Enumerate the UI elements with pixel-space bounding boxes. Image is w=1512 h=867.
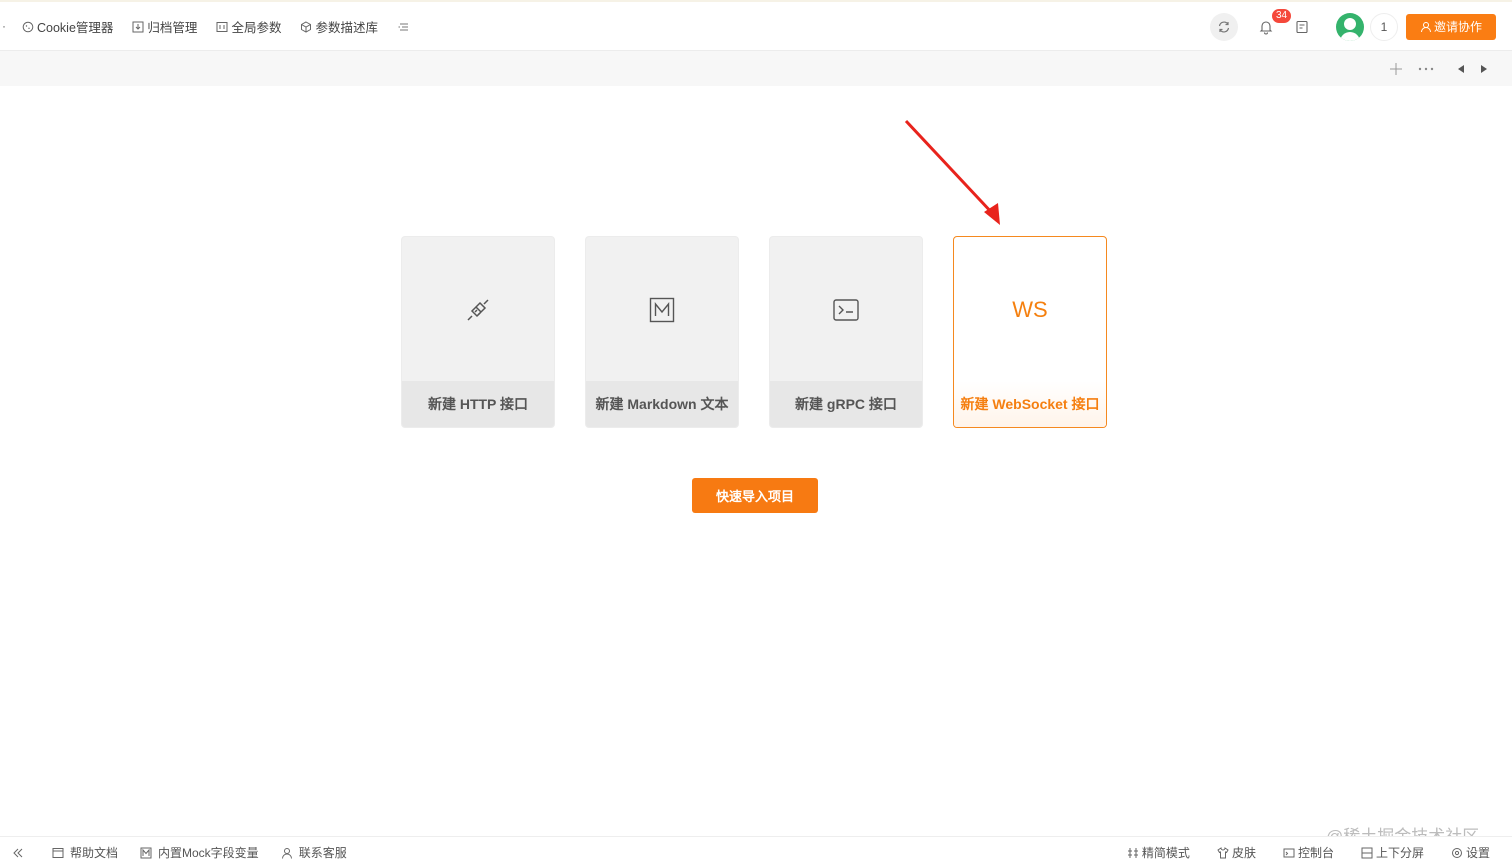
card-label: 新建 WebSocket 接口 (954, 381, 1106, 427)
avatar-head-shape (1344, 17, 1356, 30)
quick-import-button[interactable]: 快速导入项目 (692, 478, 818, 513)
bottom-label: 控制台 (1297, 846, 1334, 860)
bottom-right-group: 精简模式 皮肤 控制台 上下分屏 设置 (1100, 837, 1490, 867)
bottom-label: 设置 (1465, 846, 1490, 860)
refresh-icon (1218, 21, 1230, 32)
card-label: 新建 HTTP 接口 (402, 381, 554, 427)
params-icon (216, 21, 228, 32)
bottom-label: 联系客服 (298, 846, 347, 860)
bottom-left-group: 帮助文档 内置Mock字段变量 联系客服 (12, 837, 369, 867)
overflow-dot: · (2, 19, 6, 33)
tab-prev-icon[interactable] (1457, 51, 1465, 86)
bottom-label: 上下分屏 (1375, 846, 1424, 860)
cube-icon (301, 20, 312, 33)
double-chevron-left-icon (13, 848, 23, 857)
help-docs-link[interactable]: 帮助文档 (52, 844, 118, 861)
mock-icon (140, 847, 152, 858)
avatar[interactable] (1336, 12, 1364, 41)
annotation-arrow (904, 119, 1000, 225)
new-markdown-card[interactable]: 新建 Markdown 文本 (585, 236, 739, 428)
mock-variables-link[interactable]: 内置Mock字段变量 (140, 844, 259, 861)
member-count[interactable]: 1 (1370, 12, 1398, 41)
top-toolbar: · Cookie管理器 归档管理 全局参数 参数描述库 34 1 邀请协作 (0, 0, 1512, 51)
shirt-icon (1217, 846, 1229, 858)
invite-button[interactable]: 邀请协作 (1406, 13, 1496, 40)
split-view-button[interactable]: 上下分屏 (1361, 844, 1424, 861)
top-menu: Cookie管理器 归档管理 全局参数 参数描述库 (22, 2, 409, 51)
gear-icon (1451, 847, 1462, 858)
card-icon-area (586, 237, 738, 383)
menu-label: 全局参数 (231, 21, 282, 35)
skin-button[interactable]: 皮肤 (1217, 844, 1256, 861)
archive-icon (132, 21, 144, 32)
bottom-status-bar: 帮助文档 内置Mock字段变量 联系客服 精简模式 皮肤 控制台 上下分屏 设置 (0, 836, 1512, 867)
console-button[interactable]: 控制台 (1283, 844, 1334, 861)
menu-global-params[interactable]: 全局参数 (216, 17, 281, 36)
bottom-label: 精简模式 (1141, 846, 1190, 860)
add-tab-icon[interactable] (1389, 51, 1403, 86)
menu-label: 归档管理 (147, 21, 198, 35)
menu-archive[interactable]: 归档管理 (132, 17, 197, 36)
card-icon-area: WS (954, 237, 1106, 383)
more-icon[interactable] (1418, 51, 1434, 86)
tab-bar (0, 51, 1512, 86)
bell-icon (1259, 20, 1273, 34)
terminal-icon (833, 299, 859, 321)
compact-icon (1127, 847, 1138, 858)
notification-badge: 34 (1271, 7, 1293, 24)
card-label: 新建 Markdown 文本 (586, 381, 738, 427)
collapse-sidebar-button[interactable] (12, 847, 30, 859)
avatar-body-shape (1340, 31, 1360, 41)
user-add-icon (1420, 21, 1431, 32)
create-cards: 新建 HTTP 接口 新建 Markdown 文本 新建 gRPC 接口 WS … (401, 236, 1137, 428)
tab-next-icon[interactable] (1480, 51, 1488, 86)
websocket-icon: WS (1012, 297, 1048, 322)
help-doc-icon (52, 847, 64, 858)
top-right-actions: 34 1 邀请协作 (1210, 2, 1512, 51)
settings-button[interactable]: 设置 (1451, 844, 1490, 861)
cookie-icon (22, 21, 34, 32)
markdown-icon (649, 297, 675, 323)
new-http-card[interactable]: 新建 HTTP 接口 (401, 236, 555, 428)
bottom-label: 帮助文档 (70, 846, 119, 860)
notification-button[interactable]: 34 (1259, 7, 1293, 35)
menu-label: 参数描述库 (315, 21, 378, 35)
menu-cookie-manager[interactable]: Cookie管理器 (22, 17, 113, 36)
plug-icon (467, 299, 489, 321)
new-grpc-card[interactable]: 新建 gRPC 接口 (769, 236, 923, 428)
bottom-label: 皮肤 (1231, 846, 1256, 860)
bottom-label: 内置Mock字段变量 (158, 846, 259, 860)
compact-mode-button[interactable]: 精简模式 (1127, 844, 1190, 861)
new-websocket-card[interactable]: WS 新建 WebSocket 接口 (953, 236, 1107, 428)
console-icon (1283, 848, 1295, 857)
menu-param-library[interactable]: 参数描述库 (300, 17, 378, 36)
notes-icon[interactable] (1295, 20, 1309, 34)
collapse-menu-icon[interactable] (397, 21, 409, 33)
sync-button[interactable] (1210, 12, 1238, 41)
invite-label: 邀请协作 (1433, 20, 1482, 34)
user-icon (281, 847, 292, 859)
split-icon (1361, 847, 1373, 858)
card-icon-area (402, 237, 554, 383)
contact-support-link[interactable]: 联系客服 (281, 844, 347, 861)
card-label: 新建 gRPC 接口 (770, 381, 922, 427)
menu-label: Cookie管理器 (37, 21, 114, 35)
card-icon-area (770, 237, 922, 383)
